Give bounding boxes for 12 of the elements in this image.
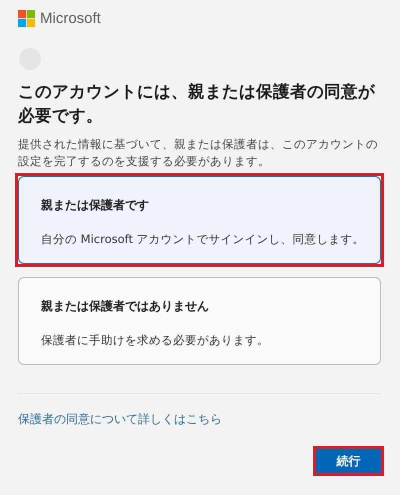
description-text: 提供された情報に基づいて、親または保護者は、このアカウントの設定を完了するのを支援する必要があります。	[18, 136, 379, 170]
continue-button[interactable]: 続行	[316, 449, 381, 473]
option-card[interactable]: 親または保護者です 自分の Microsoft アカウントでサインインし、同意します。	[18, 176, 381, 264]
brand-name: Microsoft	[40, 10, 101, 26]
option-title: 親または保護者ではありません	[41, 298, 210, 315]
option-text: 保護者に手助けを求める必要があります。	[41, 333, 270, 348]
page-heading: このアカウントには、親または保護者の同意が必要です。	[18, 81, 376, 127]
logo-icon	[18, 10, 35, 26]
option-title: 親または保護者です	[41, 197, 150, 214]
option-text: 自分の Microsoft アカウントでサインインし、同意します。	[41, 232, 362, 247]
consent-info-link[interactable]: 保護者の同意について詳しくはこちら	[18, 411, 222, 428]
option-card[interactable]: 親または保護者ではありません 保護者に手助けを求める必要があります。	[18, 277, 381, 365]
